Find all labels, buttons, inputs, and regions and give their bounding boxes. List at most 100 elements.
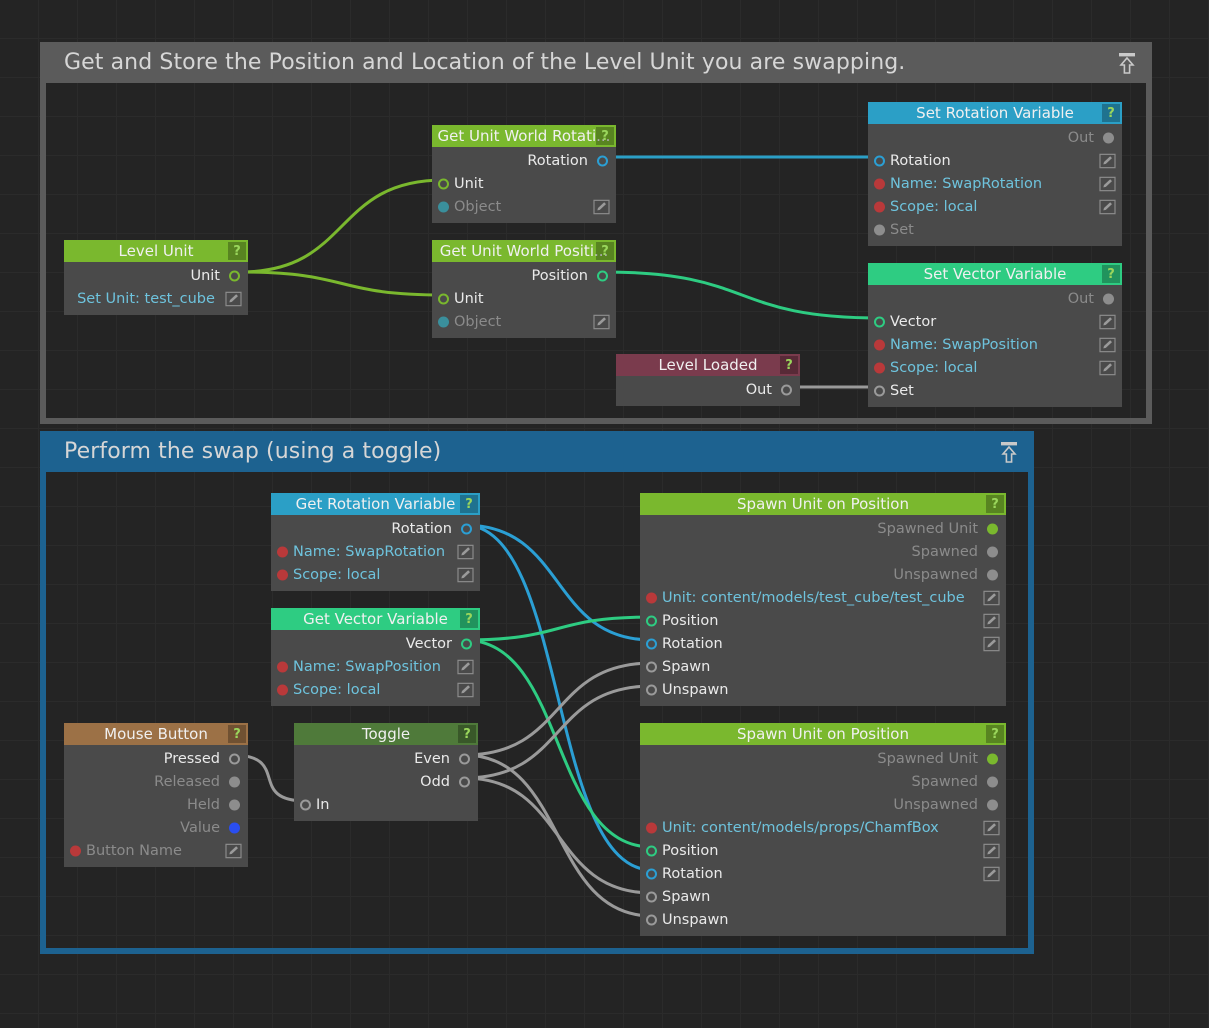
node-get-vector-variable[interactable]: Get Vector Variable? Vector Name: SwapPosi… <box>271 608 480 706</box>
port-vector[interactable] <box>874 316 885 327</box>
help-button[interactable]: ? <box>228 725 246 743</box>
port-unspawn[interactable] <box>646 914 657 925</box>
node-row[interactable]: Rotation <box>432 149 616 172</box>
port-out[interactable] <box>781 384 792 395</box>
help-button[interactable]: ? <box>458 725 476 743</box>
node-row[interactable]: Position <box>432 264 616 287</box>
edit-pencil-icon[interactable] <box>983 820 1000 835</box>
edit-pencil-icon[interactable] <box>983 843 1000 858</box>
node-row[interactable]: Pressed <box>64 747 248 770</box>
node-row[interactable]: Out <box>868 126 1122 149</box>
node-get-unit-world-position[interactable]: Get Unit World Positi...? Position Unit Obj… <box>432 240 616 338</box>
edit-pencil-icon[interactable] <box>457 682 474 697</box>
port-position[interactable] <box>646 845 657 856</box>
node-header[interactable]: Level Unit? <box>64 240 248 262</box>
node-row[interactable]: Name: SwapPosition <box>868 333 1122 356</box>
node-level-unit[interactable]: Level Unit? Unit Set Unit: test_cube <box>64 240 248 315</box>
node-header[interactable]: Spawn Unit on Position? <box>640 493 1006 515</box>
node-get-rotation-variable[interactable]: Get Rotation Variable? Rotation Name: Swap… <box>271 493 480 591</box>
help-button[interactable]: ? <box>986 495 1004 513</box>
help-button[interactable]: ? <box>228 242 246 260</box>
node-row[interactable]: Object <box>432 310 616 333</box>
node-row[interactable]: In <box>294 793 478 816</box>
help-button[interactable]: ? <box>596 242 614 260</box>
node-row[interactable]: Scope: local <box>271 563 480 586</box>
port-in[interactable] <box>300 799 311 810</box>
node-header[interactable]: Get Vector Variable? <box>271 608 480 630</box>
edit-pencil-icon[interactable] <box>225 291 242 306</box>
node-row[interactable]: Object <box>432 195 616 218</box>
port-position[interactable] <box>597 270 608 281</box>
help-button[interactable]: ? <box>780 356 798 374</box>
port-unit[interactable] <box>438 293 449 304</box>
node-row[interactable]: Spawned Unit <box>640 517 1006 540</box>
help-button[interactable]: ? <box>460 610 478 628</box>
node-row[interactable]: Even <box>294 747 478 770</box>
port-odd[interactable] <box>459 776 470 787</box>
port-name-swaprotation[interactable] <box>874 178 885 189</box>
edit-pencil-icon[interactable] <box>1099 314 1116 329</box>
port-unspawn[interactable] <box>646 684 657 695</box>
node-row[interactable]: Rotation <box>868 149 1122 172</box>
edit-pencil-icon[interactable] <box>457 544 474 559</box>
node-row[interactable]: Scope: local <box>868 195 1122 218</box>
node-row[interactable]: Out <box>616 378 800 401</box>
node-row[interactable]: Name: SwapRotation <box>868 172 1122 195</box>
port-unspawned[interactable] <box>987 799 998 810</box>
port-out[interactable] <box>1103 132 1114 143</box>
port-even[interactable] <box>459 753 470 764</box>
port-set[interactable] <box>874 385 885 396</box>
port-spawn[interactable] <box>646 891 657 902</box>
node-row[interactable]: Spawn <box>640 655 1006 678</box>
node-toggle[interactable]: Toggle? Even Odd In <box>294 723 478 821</box>
node-row[interactable]: Set Unit: test_cube <box>64 287 248 310</box>
help-button[interactable]: ? <box>596 127 614 145</box>
node-row[interactable]: Position <box>640 839 1006 862</box>
edit-pencil-icon[interactable] <box>1099 153 1116 168</box>
port-name-swapposition[interactable] <box>277 661 288 672</box>
node-header[interactable]: Set Vector Variable? <box>868 263 1122 285</box>
edit-pencil-icon[interactable] <box>457 659 474 674</box>
port-rotation[interactable] <box>646 868 657 879</box>
node-row[interactable]: Unit <box>432 287 616 310</box>
edit-pencil-icon[interactable] <box>983 636 1000 651</box>
port-vector[interactable] <box>461 638 472 649</box>
node-row[interactable]: Set <box>868 218 1122 241</box>
node-row[interactable]: Spawn <box>640 885 1006 908</box>
node-header[interactable]: Get Rotation Variable? <box>271 493 480 515</box>
node-row[interactable]: Value <box>64 816 248 839</box>
port-unit[interactable] <box>438 178 449 189</box>
node-row[interactable]: Unspawned <box>640 793 1006 816</box>
port-button-name[interactable] <box>70 845 81 856</box>
edit-pencil-icon[interactable] <box>457 567 474 582</box>
node-row[interactable]: Vector <box>271 632 480 655</box>
edit-pencil-icon[interactable] <box>593 199 610 214</box>
port-scope-local[interactable] <box>874 201 885 212</box>
node-row[interactable]: Out <box>868 287 1122 310</box>
node-header[interactable]: Mouse Button? <box>64 723 248 745</box>
node-row[interactable]: Spawned Unit <box>640 747 1006 770</box>
port-object[interactable] <box>438 201 449 212</box>
edit-pencil-icon[interactable] <box>983 866 1000 881</box>
node-row[interactable]: Unit <box>432 172 616 195</box>
node-row[interactable]: Spawned <box>640 540 1006 563</box>
edit-pencil-icon[interactable] <box>983 590 1000 605</box>
node-header[interactable]: Get Unit World Rotati...? <box>432 125 616 147</box>
edit-pencil-icon[interactable] <box>593 314 610 329</box>
node-spawn-unit-on-position-2[interactable]: Spawn Unit on Position? Spawned Unit Spawn… <box>640 723 1006 936</box>
node-row[interactable]: Unspawned <box>640 563 1006 586</box>
node-row[interactable]: Rotation <box>640 862 1006 885</box>
node-row[interactable]: Button Name <box>64 839 248 862</box>
node-row[interactable]: Unit: content/models/test_cube/test_cube <box>640 586 1006 609</box>
port-set[interactable] <box>874 224 885 235</box>
port-rotation[interactable] <box>646 638 657 649</box>
port-spawn[interactable] <box>646 661 657 672</box>
help-button[interactable]: ? <box>460 495 478 513</box>
port-spawned-unit[interactable] <box>987 523 998 534</box>
help-button[interactable]: ? <box>1102 265 1120 283</box>
port-out[interactable] <box>1103 293 1114 304</box>
node-header[interactable]: Get Unit World Positi...? <box>432 240 616 262</box>
node-row[interactable]: Name: SwapPosition <box>271 655 480 678</box>
edit-pencil-icon[interactable] <box>1099 360 1116 375</box>
node-mouse-button[interactable]: Mouse Button? Pressed Released Held Value But… <box>64 723 248 867</box>
